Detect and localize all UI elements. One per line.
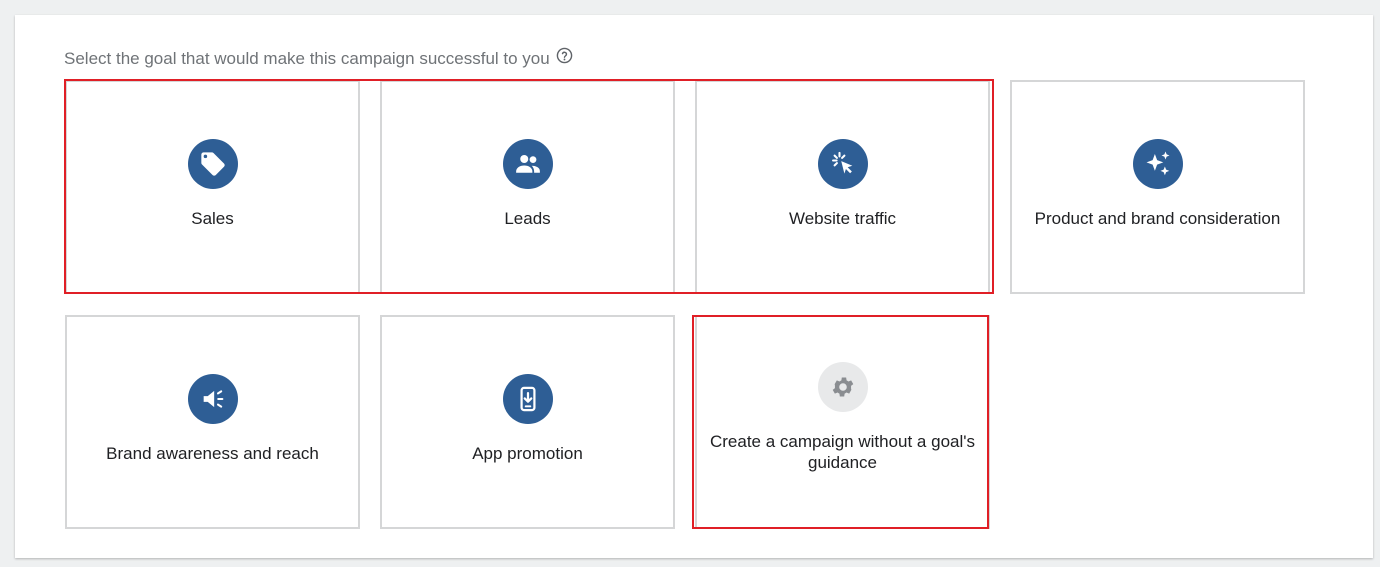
price-tag-icon (187, 139, 238, 189)
goal-card-brand-awareness[interactable]: Brand awareness and reach (65, 315, 360, 529)
goal-card-leads[interactable]: Leads (380, 80, 675, 294)
goal-label-sales: Sales (191, 209, 234, 228)
megaphone-icon (187, 374, 238, 424)
goal-label-brand-awareness: Brand awareness and reach (106, 444, 319, 463)
sparkle-icon (1132, 139, 1183, 189)
cursor-click-icon (817, 139, 868, 189)
goal-card-sales[interactable]: Sales (65, 80, 360, 294)
goal-label-leads: Leads (504, 209, 551, 228)
phone-download-icon (502, 374, 553, 424)
goal-label-no-guidance: Create a campaign without a goal's guida… (709, 432, 975, 472)
goal-label-product-brand-consideration: Product and brand consideration (1034, 209, 1281, 228)
gear-icon (817, 362, 868, 412)
goal-label-website-traffic: Website traffic (788, 209, 897, 228)
goal-label-app-promotion: App promotion (472, 444, 583, 463)
goal-selection-panel: Select the goal that would make this cam… (15, 15, 1373, 558)
people-icon (502, 139, 553, 189)
goal-card-no-guidance[interactable]: Create a campaign without a goal's guida… (695, 315, 990, 529)
goal-card-website-traffic[interactable]: Website traffic (695, 80, 990, 294)
goal-prompt: Select the goal that would make this cam… (64, 47, 573, 70)
goal-card-app-promotion[interactable]: App promotion (380, 315, 675, 529)
goal-card-product-brand-consideration[interactable]: Product and brand consideration (1010, 80, 1305, 294)
question-circle-icon[interactable] (556, 47, 573, 64)
goal-prompt-text: Select the goal that would make this cam… (64, 49, 550, 68)
